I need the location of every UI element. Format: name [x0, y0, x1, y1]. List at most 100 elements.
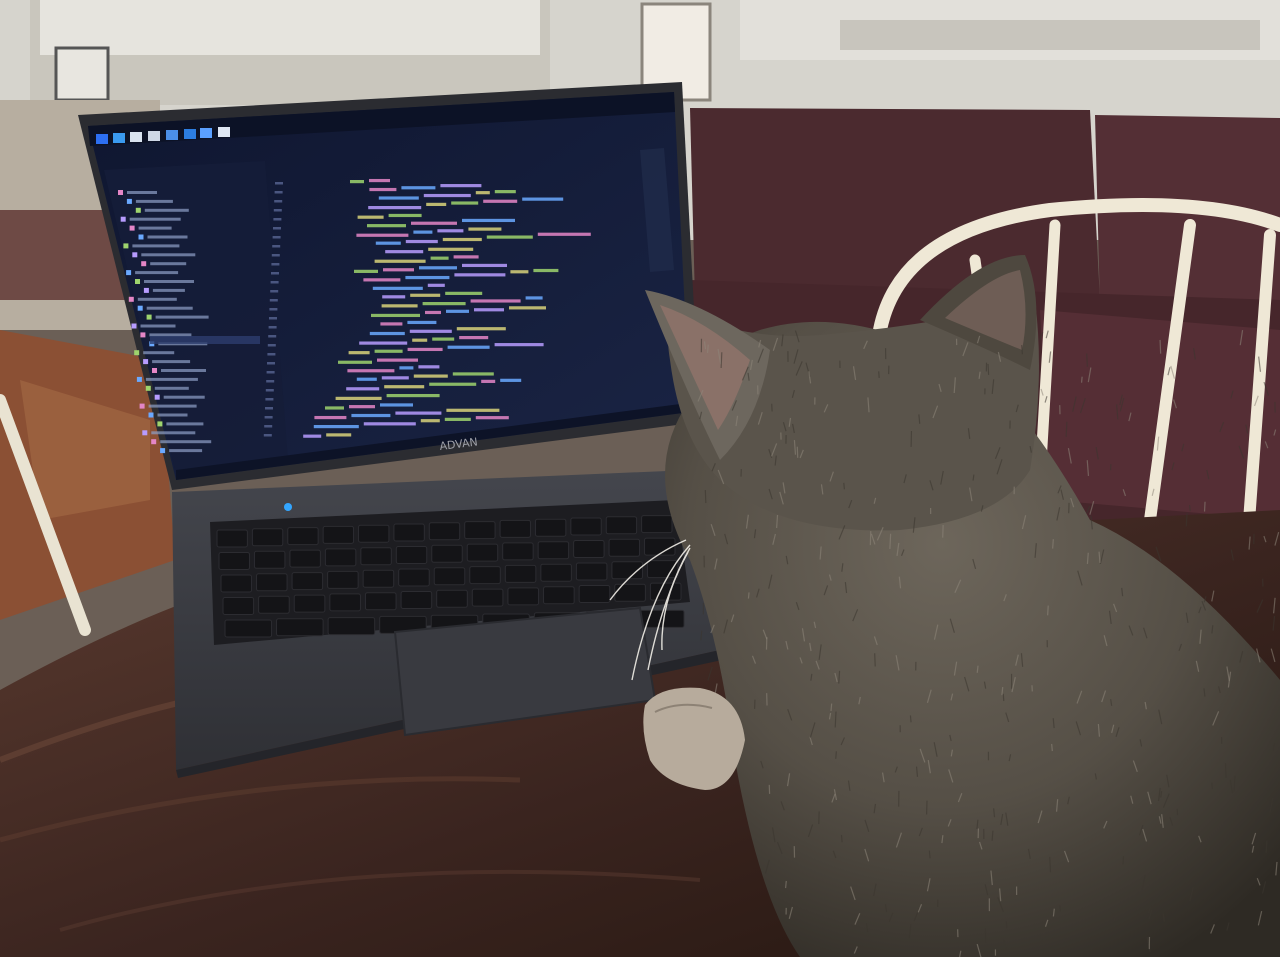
fur-stroke: [1005, 921, 1008, 929]
code-token: [475, 191, 490, 195]
fur-stroke: [843, 482, 845, 490]
code-token: [470, 299, 521, 303]
line-number: [269, 317, 277, 320]
keyboard-key: [253, 550, 286, 569]
fur-stroke: [1047, 605, 1049, 616]
line-number: [266, 380, 275, 383]
keyboard-key: [258, 595, 290, 614]
fur-stroke: [1203, 501, 1206, 512]
code-token: [350, 180, 364, 184]
keyboard-key: [322, 525, 355, 544]
code-token: [348, 351, 370, 355]
app-icon: [148, 131, 160, 141]
line-number: [269, 308, 278, 311]
line-number: [271, 254, 280, 257]
file-name-line: [152, 360, 191, 364]
photo-illustration: ADVAN: [0, 0, 1280, 957]
keyboard-key: [360, 547, 392, 566]
keyboard-key: [358, 524, 390, 543]
keyboard-key: [327, 617, 376, 636]
code-token: [442, 237, 482, 242]
keyboard-key: [216, 529, 248, 548]
fur-stroke: [1086, 552, 1089, 564]
code-token: [382, 295, 406, 299]
file-icon: [137, 305, 143, 311]
file-name-line: [152, 288, 185, 292]
fur-stroke: [840, 834, 843, 843]
code-token: [440, 184, 482, 188]
line-number: [265, 407, 273, 410]
code-token: [462, 263, 507, 268]
code-token: [346, 387, 380, 391]
keyboard-key: [504, 564, 537, 583]
app-icon: [218, 127, 230, 137]
keyboard-key: [287, 527, 319, 546]
file-icon: [134, 350, 140, 356]
file-icon: [126, 270, 132, 276]
code-token: [459, 335, 489, 340]
keyboard-key: [534, 518, 567, 537]
line-number: [267, 344, 276, 347]
line-number: [274, 200, 283, 203]
keyboard-key: [502, 542, 534, 561]
file-name-line: [154, 386, 189, 390]
file-name-line: [160, 440, 212, 444]
code-token: [384, 385, 425, 389]
file-name-line: [138, 226, 172, 230]
code-token: [428, 247, 474, 251]
fur-stroke: [1052, 539, 1054, 549]
code-token: [338, 360, 372, 364]
keyboard-key: [614, 583, 646, 602]
file-icon: [154, 394, 160, 400]
fur-stroke: [1001, 686, 1004, 696]
code-token: [314, 415, 347, 420]
code-token: [395, 411, 442, 415]
fur-stroke: [909, 715, 912, 723]
code-token: [486, 235, 533, 239]
app-icon: [113, 133, 125, 143]
app-icon: [200, 128, 212, 138]
file-icon: [160, 448, 166, 454]
code-token: [326, 433, 352, 437]
keyboard-key: [469, 566, 501, 585]
file-icon: [141, 261, 147, 267]
code-token: [401, 186, 436, 190]
keyboard-key: [575, 562, 608, 581]
file-icon: [143, 359, 149, 365]
file-icon: [126, 198, 132, 204]
code-token: [369, 178, 390, 183]
keyboard-key: [324, 548, 357, 567]
code-token: [377, 358, 418, 362]
code-token: [399, 366, 414, 370]
code-token: [418, 365, 440, 369]
fur-stroke: [972, 474, 975, 481]
code-token: [475, 416, 509, 420]
code-token: [411, 221, 457, 225]
file-icon: [123, 243, 129, 249]
code-token: [347, 369, 395, 373]
fur-stroke: [1051, 743, 1053, 752]
keyboard-key: [291, 572, 324, 591]
line-number: [270, 281, 279, 284]
fur-stroke: [1080, 376, 1083, 383]
code-token: [313, 424, 359, 429]
fur-stroke: [1240, 808, 1243, 819]
line-number: [267, 353, 276, 356]
code-token: [494, 343, 544, 347]
file-icon: [140, 332, 146, 338]
code-token: [356, 233, 409, 237]
app-icon: [96, 134, 108, 144]
keyboard-key: [464, 521, 496, 540]
code-token: [430, 256, 449, 260]
file-name-line: [129, 217, 181, 221]
fur-stroke: [918, 414, 921, 424]
code-token: [325, 406, 344, 410]
code-token: [409, 329, 452, 333]
keyboard-key: [364, 592, 397, 611]
code-token: [413, 230, 433, 234]
file-icon: [118, 190, 123, 195]
fur-stroke: [835, 751, 837, 759]
line-number: [266, 371, 275, 374]
keyboard-key: [436, 589, 468, 608]
code-token: [446, 408, 500, 412]
